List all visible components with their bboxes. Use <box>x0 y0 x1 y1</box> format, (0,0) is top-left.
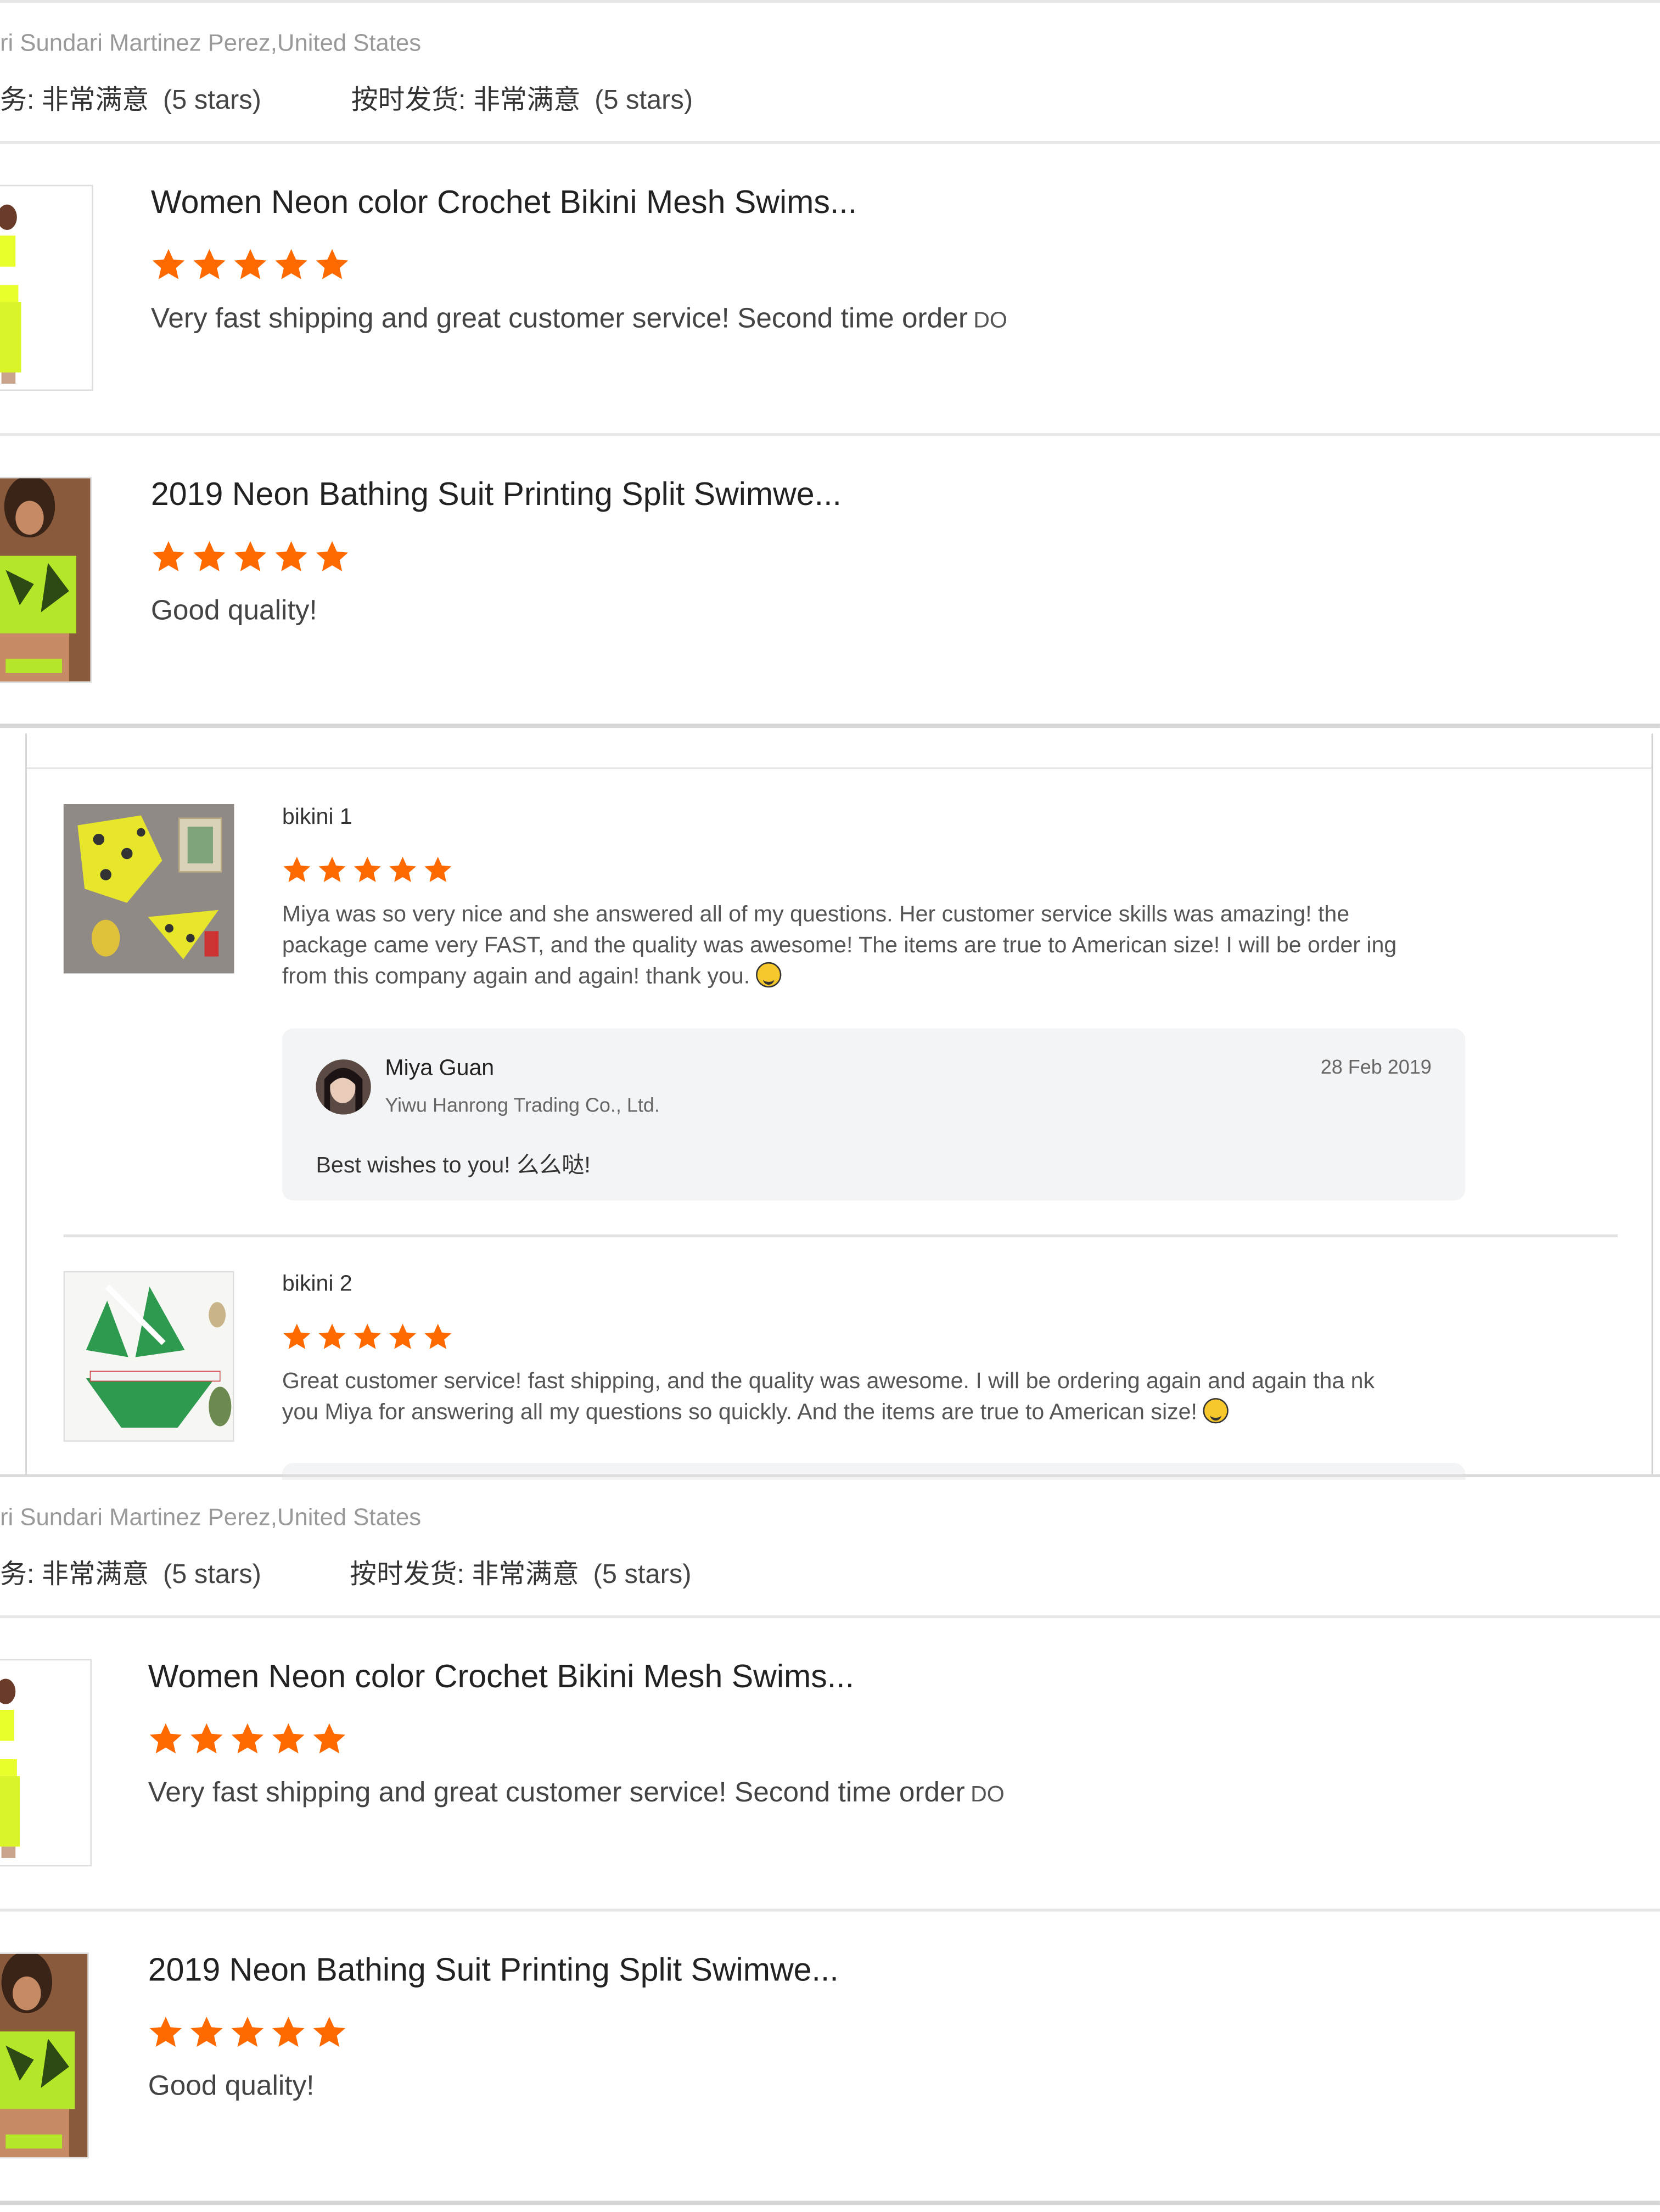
service-stars-note: (5 stars) <box>162 86 261 116</box>
seller-reply: Miya Guan Yiwu Hanrong Trading Co., Ltd.… <box>282 1028 1466 1201</box>
product-title[interactable]: 2019 Neon Bathing Suit Printing Split Sw… <box>151 475 842 513</box>
review-comment: Good quality! <box>150 595 317 627</box>
reply-company: Yiwu Hanrong Trading Co., Ltd. <box>385 1093 660 1116</box>
shipping-rating: 按时发货: 非常满意 (5 stars) <box>351 79 693 117</box>
review-tag: DO <box>973 308 1007 333</box>
star-icon <box>149 2017 182 2047</box>
reply-text: Best wishes to you! 么么哒! <box>316 1154 591 1178</box>
star-icon <box>234 249 267 279</box>
star-icon <box>354 1323 381 1349</box>
avatar <box>316 1059 371 1115</box>
buyer-info: ri Sundari Martinez Perez,United States <box>0 29 422 57</box>
divider <box>26 767 1652 769</box>
product-thumbnail[interactable] <box>0 1659 92 1867</box>
review-comment: Miya was so very nice and she answered a… <box>282 900 1410 993</box>
product-title[interactable]: bikini 1 <box>282 806 352 831</box>
product-title[interactable]: Women Neon color Crochet Bikini Mesh Swi… <box>151 183 857 221</box>
review-comment-text: Miya was so very nice and she answered a… <box>282 902 1397 989</box>
star-icon <box>190 1723 223 1754</box>
product-thumbnail[interactable] <box>0 184 93 391</box>
star-rating <box>282 855 453 885</box>
divider <box>0 0 1660 3</box>
divider <box>63 1234 1618 1238</box>
star-rating <box>151 539 350 574</box>
reply-author: Miya Guan <box>385 1057 495 1081</box>
review-comment: Great customer service! fast shipping, a… <box>282 1367 1410 1429</box>
star-icon <box>234 541 267 571</box>
product-thumbnail[interactable] <box>0 476 92 683</box>
star-icon <box>152 541 185 571</box>
shipping-stars-note: (5 stars) <box>593 1560 692 1590</box>
star-icon <box>283 856 311 883</box>
grin-emoji-icon <box>1203 1398 1229 1424</box>
product-title[interactable]: Women Neon color Crochet Bikini Mesh Swi… <box>148 1658 854 1696</box>
shipping-stars-note: (5 stars) <box>595 86 693 116</box>
review-collage: ri Sundari Martinez Perez,United States … <box>0 0 1660 2212</box>
service-stars-note: (5 stars) <box>162 1560 261 1590</box>
buyer-info: ri Sundari Martinez Perez,United States <box>0 1503 422 1531</box>
star-icon <box>313 2017 346 2047</box>
star-rating <box>148 2014 347 2050</box>
star-icon <box>272 2017 305 2047</box>
shipping-label: 按时发货: 非常满意 <box>350 1560 579 1590</box>
product-title[interactable]: 2019 Neon Bathing Suit Printing Split Sw… <box>148 1951 839 1989</box>
star-icon <box>424 856 452 883</box>
star-icon <box>389 1323 417 1349</box>
star-rating <box>282 1322 453 1351</box>
service-label: 务: 非常满意 <box>0 1560 149 1590</box>
divider <box>0 1908 1660 1912</box>
reply-date: 28 Feb 2019 <box>1320 1055 1432 1078</box>
seller-reply-partial <box>282 1463 1466 1480</box>
star-icon <box>389 856 417 883</box>
service-rating: 务: 非常满意 (5 stars) <box>0 79 261 117</box>
review-comment: Very fast shipping and great customer se… <box>151 304 1007 336</box>
star-rating <box>151 247 350 282</box>
review-comment: Very fast shipping and great customer se… <box>148 1777 1005 1810</box>
star-icon <box>354 856 381 883</box>
star-icon <box>316 541 349 571</box>
star-icon <box>283 1323 311 1349</box>
star-rating <box>148 1721 347 1756</box>
product-thumbnail[interactable] <box>63 1271 234 1442</box>
star-icon <box>316 249 349 279</box>
divider <box>0 1615 1660 1619</box>
review-comment-text: Very fast shipping and great customer se… <box>150 303 968 335</box>
product-title[interactable]: bikini 2 <box>282 1272 352 1298</box>
shipping-rating: 按时发货: 非常满意 (5 stars) <box>350 1553 691 1591</box>
review-tag: DO <box>971 1783 1005 1807</box>
star-icon <box>318 1323 346 1349</box>
shipping-label: 按时发货: 非常满意 <box>351 86 581 116</box>
star-icon <box>193 541 226 571</box>
service-label: 务: 非常满意 <box>0 86 149 116</box>
star-icon <box>152 249 185 279</box>
star-icon <box>272 1723 305 1754</box>
divider <box>0 141 1660 144</box>
star-icon <box>275 541 307 571</box>
star-icon <box>190 2017 223 2047</box>
divider <box>0 433 1660 436</box>
star-icon <box>231 2017 264 2047</box>
review-comment: Good quality! <box>148 2071 315 2102</box>
star-icon <box>231 1723 264 1754</box>
divider <box>0 1474 1660 1477</box>
star-icon <box>275 249 307 279</box>
star-icon <box>313 1723 346 1754</box>
star-icon <box>149 1723 182 1754</box>
star-icon <box>193 249 226 279</box>
product-thumbnail[interactable] <box>63 804 234 974</box>
star-icon <box>424 1323 452 1349</box>
divider <box>0 723 1660 728</box>
star-icon <box>318 856 346 883</box>
review-card-screenshot: bikini 1 Miya was so very nice and she a… <box>25 733 1653 1480</box>
service-rating: 务: 非常满意 (5 stars) <box>0 1553 261 1591</box>
divider <box>0 2200 1660 2205</box>
smiley-emoji-icon <box>756 962 782 988</box>
product-thumbnail[interactable] <box>0 1952 89 2159</box>
review-comment-text: Very fast shipping and great customer se… <box>148 1777 965 1809</box>
